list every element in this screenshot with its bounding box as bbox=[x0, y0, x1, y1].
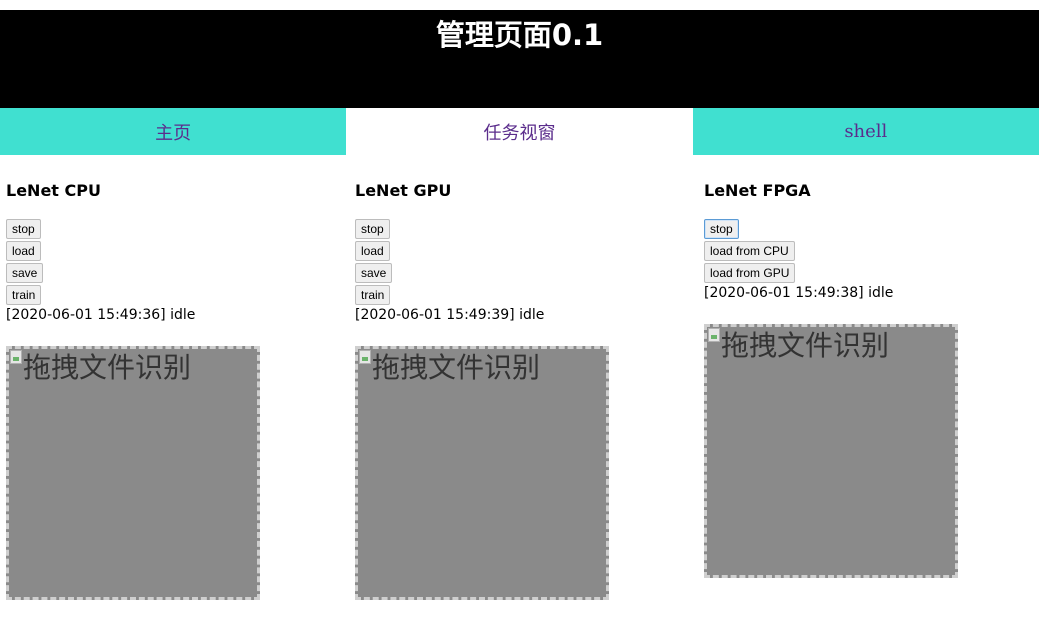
train-button[interactable]: train bbox=[355, 285, 391, 305]
lenet-cpu-panel: LeNet CPU stop load save train [2020-06-… bbox=[6, 180, 346, 600]
drop-zone-label: 拖拽文件识别 bbox=[721, 329, 890, 362]
status-text: [2020-06-01 15:49:38] idle bbox=[704, 285, 894, 301]
status-text: [2020-06-01 15:49:39] idle bbox=[355, 307, 545, 323]
tab-home[interactable]: 主页 bbox=[0, 108, 347, 155]
page-header: 管理页面0.1 bbox=[0, 10, 1039, 108]
broken-image-icon bbox=[708, 328, 720, 342]
broken-image-icon bbox=[10, 350, 22, 364]
broken-image-icon bbox=[359, 350, 371, 364]
stop-button[interactable]: stop bbox=[704, 219, 739, 239]
load-button[interactable]: load bbox=[6, 241, 41, 261]
page-title: 管理页面0.1 bbox=[435, 18, 604, 52]
load-button[interactable]: load bbox=[355, 241, 390, 261]
status-text: [2020-06-01 15:49:36] idle bbox=[6, 307, 196, 323]
panel-title: LeNet CPU bbox=[6, 181, 101, 200]
save-button[interactable]: save bbox=[355, 263, 393, 283]
load-from-cpu-button[interactable]: load from CPU bbox=[704, 241, 795, 261]
panel-title: LeNet FPGA bbox=[704, 181, 811, 200]
nav-bar: 主页 任务视窗 shell bbox=[0, 108, 1039, 155]
stop-button[interactable]: stop bbox=[6, 219, 41, 239]
panel-title: LeNet GPU bbox=[355, 181, 452, 200]
tab-task-view[interactable]: 任务视窗 bbox=[346, 108, 693, 155]
stop-button[interactable]: stop bbox=[355, 219, 390, 239]
drop-zone-label: 拖拽文件识别 bbox=[372, 351, 541, 384]
load-from-gpu-button[interactable]: load from GPU bbox=[704, 263, 796, 283]
file-drop-zone[interactable]: 拖拽文件识别 bbox=[355, 346, 609, 600]
train-button[interactable]: train bbox=[6, 285, 42, 305]
save-button[interactable]: save bbox=[6, 263, 44, 283]
lenet-fpga-panel: LeNet FPGA stop load from CPU load from … bbox=[704, 180, 1039, 578]
tab-shell[interactable]: shell bbox=[692, 108, 1039, 155]
file-drop-zone[interactable]: 拖拽文件识别 bbox=[6, 346, 260, 600]
drop-zone-label: 拖拽文件识别 bbox=[23, 351, 192, 384]
lenet-gpu-panel: LeNet GPU stop load save train [2020-06-… bbox=[355, 180, 695, 600]
file-drop-zone[interactable]: 拖拽文件识别 bbox=[704, 324, 958, 578]
